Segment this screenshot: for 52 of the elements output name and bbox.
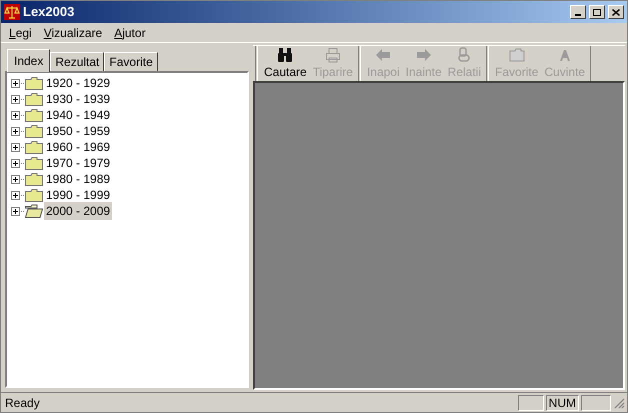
- folder-icon: [508, 46, 525, 62]
- expand-icon[interactable]: [11, 158, 20, 168]
- menu-item[interactable]: Ajutor: [108, 24, 152, 42]
- toolbar-button[interactable]: Cautare: [261, 46, 310, 81]
- folder-icon: [25, 172, 43, 186]
- left-arrow-icon: [375, 46, 392, 62]
- minimize-button[interactable]: [570, 5, 586, 19]
- status-panel: [581, 394, 611, 410]
- scales-icon: [4, 4, 20, 20]
- folder-icon: [25, 108, 43, 122]
- close-icon: [612, 8, 620, 16]
- status-panel: [518, 394, 544, 410]
- maximize-icon: [593, 8, 601, 16]
- tree-item[interactable]: 1950 - 1959: [44, 122, 112, 140]
- tab[interactable]: Favorite: [104, 52, 158, 71]
- resize-grip-icon[interactable]: [613, 396, 625, 408]
- tree-item[interactable]: 1940 - 1949: [44, 106, 112, 124]
- tree-item[interactable]: 1980 - 1989: [44, 170, 112, 188]
- tree-item[interactable]: 2000 - 2009: [44, 202, 112, 220]
- expand-icon[interactable]: [11, 174, 20, 184]
- folder-icon: [25, 92, 43, 106]
- expand-icon[interactable]: [11, 190, 20, 200]
- window-title: Lex2003: [23, 3, 76, 22]
- tab[interactable]: Index: [7, 49, 50, 72]
- status-text: Ready: [4, 394, 41, 412]
- status-panel: NUM: [546, 394, 579, 410]
- maximize-button[interactable]: [589, 5, 605, 19]
- expand-icon[interactable]: [11, 206, 20, 216]
- close-button[interactable]: [608, 5, 624, 19]
- chain-link-icon: [456, 46, 472, 62]
- folder-icon: [25, 188, 43, 202]
- expand-icon[interactable]: [11, 78, 20, 88]
- folder-icon: [25, 140, 43, 154]
- open-folder-icon: [25, 204, 43, 218]
- tree-item[interactable]: 1990 - 1999: [44, 186, 112, 204]
- expand-icon[interactable]: [11, 126, 20, 136]
- menu-item[interactable]: Vizualizare: [38, 24, 108, 42]
- folder-icon: [25, 124, 43, 138]
- right-arrow-icon: [416, 46, 432, 62]
- expand-icon[interactable]: [11, 142, 20, 152]
- menu-item[interactable]: Legi: [3, 24, 38, 42]
- printer-icon: [324, 46, 341, 62]
- tree-item[interactable]: 1930 - 1939: [44, 90, 112, 108]
- tree-item[interactable]: 1920 - 1929: [44, 74, 112, 92]
- tab[interactable]: Rezultat: [50, 52, 104, 71]
- folder-icon: [25, 76, 43, 90]
- expand-icon[interactable]: [11, 94, 20, 104]
- binoculars-icon: [277, 46, 294, 62]
- tree-item[interactable]: 1970 - 1979: [44, 154, 112, 172]
- expand-icon[interactable]: [11, 110, 20, 120]
- folder-icon: [25, 156, 43, 170]
- tree-item[interactable]: 1960 - 1969: [44, 138, 112, 156]
